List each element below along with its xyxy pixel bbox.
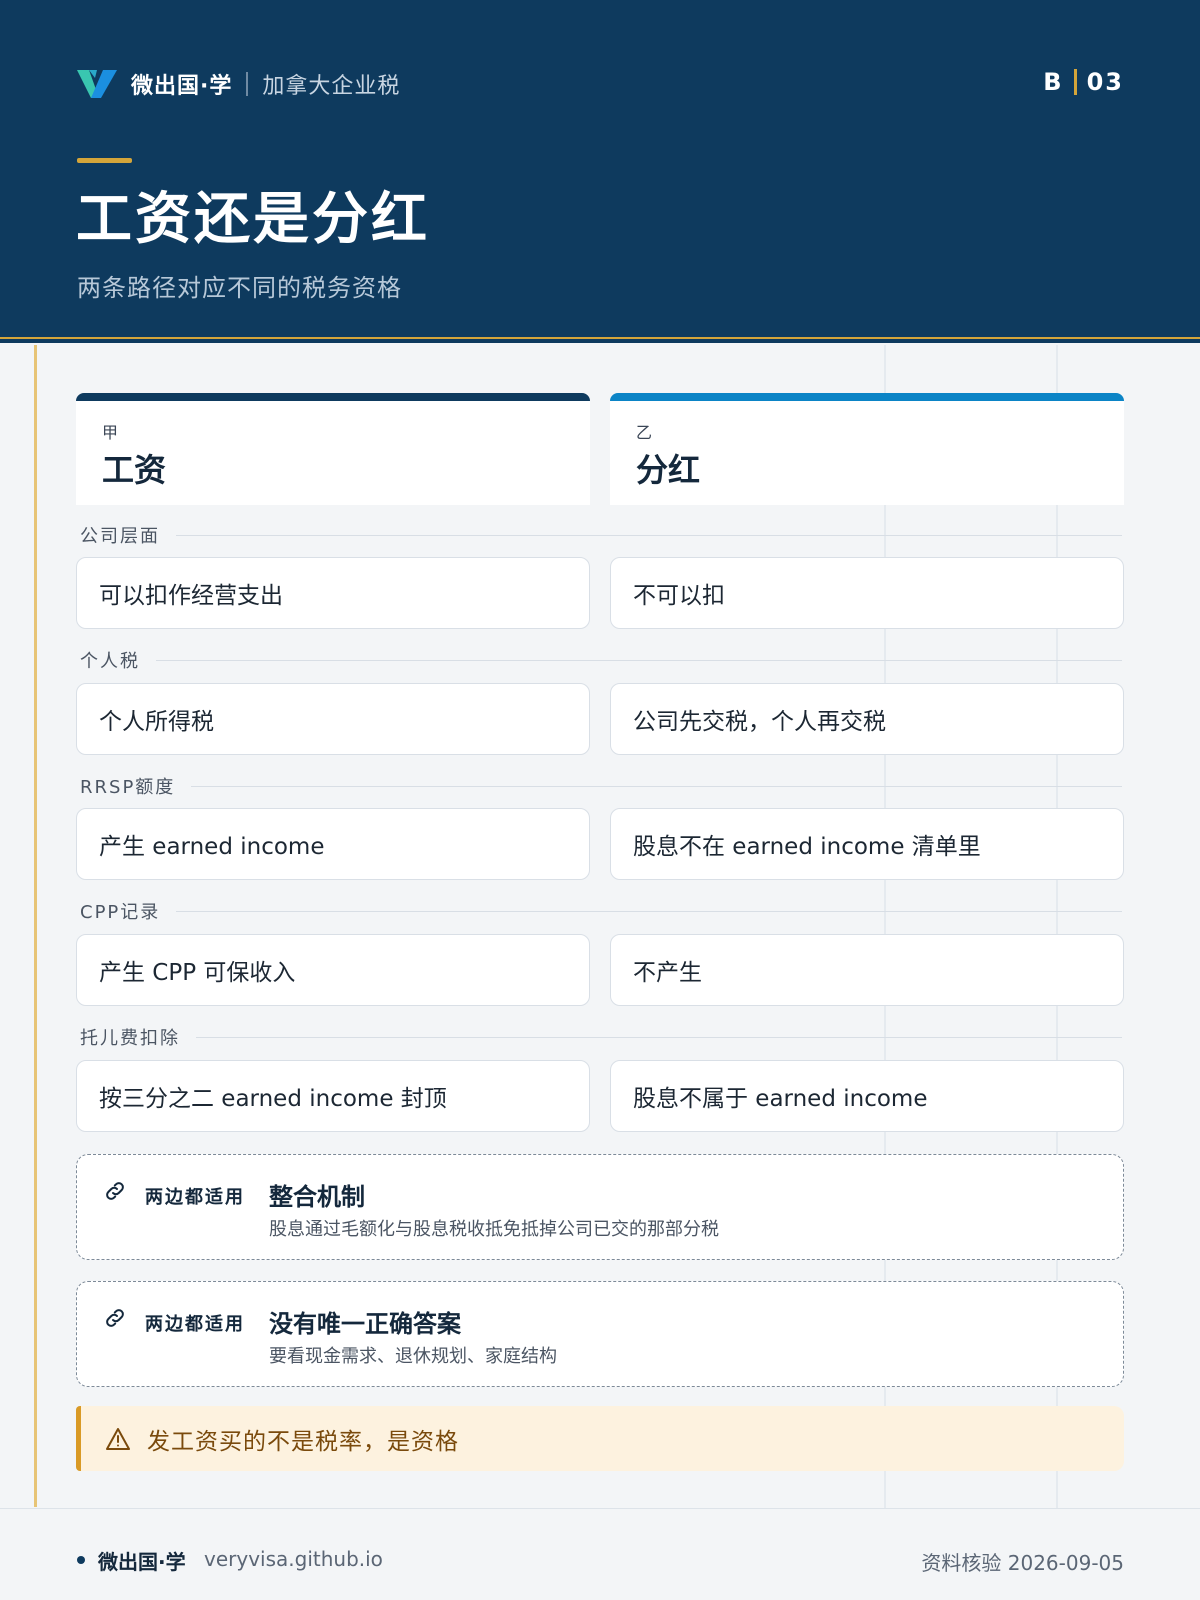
note-description: 要看现金需求、退休规划、家庭结构 bbox=[269, 1346, 557, 1367]
brand-divider bbox=[246, 72, 249, 96]
cell-salary: 个人所得税 bbox=[76, 683, 590, 755]
applies-both-badge: 两边都适用 bbox=[145, 1187, 245, 1208]
column-name: 分红 bbox=[636, 451, 701, 489]
cell-dividend: 公司先交税，个人再交税 bbox=[610, 683, 1124, 755]
row-label: 个人税 bbox=[80, 648, 1122, 672]
footer: 微出国·学 veryvisa.github.io 资料核验 2026-09-05 bbox=[0, 1508, 1200, 1600]
brand-row: 微出国·学 加拿大企业税 bbox=[77, 67, 400, 101]
column-tag: 甲 bbox=[102, 423, 119, 442]
note-title: 没有唯一正确答案 bbox=[269, 1310, 461, 1338]
section-name: 加拿大企业税 bbox=[262, 74, 401, 99]
row-label: CPP记录 bbox=[80, 899, 1122, 923]
row-label-text: 公司层面 bbox=[80, 526, 160, 547]
row-divider bbox=[156, 659, 1122, 661]
row-label-text: 托儿费扣除 bbox=[80, 1028, 180, 1049]
cell-salary: 可以扣作经营支出 bbox=[76, 557, 590, 629]
row-divider bbox=[176, 910, 1122, 912]
row-label: 托儿费扣除 bbox=[80, 1025, 1122, 1049]
logo-icon bbox=[77, 70, 117, 98]
page-code-divider bbox=[1073, 69, 1077, 95]
row-label-text: RRSP额度 bbox=[80, 777, 176, 798]
row-label-text: CPP记录 bbox=[80, 902, 161, 923]
footer-brand: 微出国·学 bbox=[98, 1550, 186, 1574]
footer-bullet bbox=[77, 1556, 85, 1564]
cell-dividend: 股息不在 earned income 清单里 bbox=[610, 808, 1124, 880]
column-tag: 乙 bbox=[636, 423, 653, 442]
cell-dividend: 股息不属于 earned income bbox=[610, 1060, 1124, 1132]
link-icon bbox=[106, 1182, 124, 1200]
cell-salary: 产生 earned income bbox=[76, 808, 590, 880]
cell-dividend: 不产生 bbox=[610, 934, 1124, 1006]
cell-salary: 产生 CPP 可保收入 bbox=[76, 934, 590, 1006]
page-subtitle: 两条路径对应不同的税务资格 bbox=[77, 274, 402, 302]
cell-dividend: 不可以扣 bbox=[610, 557, 1124, 629]
shared-note-no-answer: 两边都适用 没有唯一正确答案 要看现金需求、退休规划、家庭结构 bbox=[76, 1281, 1124, 1387]
page-letter: B bbox=[1043, 68, 1064, 96]
cell-salary: 按三分之二 earned income 封顶 bbox=[76, 1060, 590, 1132]
warning-icon bbox=[106, 1427, 130, 1450]
note-title: 整合机制 bbox=[269, 1183, 365, 1211]
warning-text: 发工资买的不是税率，是资格 bbox=[147, 1428, 459, 1455]
page-code: B 03 bbox=[1043, 68, 1124, 96]
page-number: 03 bbox=[1086, 68, 1124, 96]
applies-both-badge: 两边都适用 bbox=[145, 1314, 245, 1335]
brand-name: 微出国·学 bbox=[131, 74, 233, 99]
shared-note-integration: 两边都适用 整合机制 股息通过毛额化与股息税收抵免抵掉公司已交的那部分税 bbox=[76, 1154, 1124, 1260]
column-header-dividend: 乙 分红 bbox=[610, 393, 1124, 505]
header-banner: 微出国·学 加拿大企业税 B 03 工资还是分红 两条路径对应不同的税务资格 bbox=[0, 0, 1200, 343]
left-accent-rule bbox=[34, 345, 37, 1507]
column-name: 工资 bbox=[102, 451, 167, 489]
page-title: 工资还是分红 bbox=[76, 187, 430, 252]
warning-callout: 发工资买的不是税率，是资格 bbox=[76, 1406, 1124, 1471]
row-label: RRSP额度 bbox=[80, 774, 1122, 798]
footer-url[interactable]: veryvisa.github.io bbox=[204, 1547, 383, 1571]
link-icon bbox=[106, 1309, 124, 1327]
row-label-text: 个人税 bbox=[80, 651, 140, 672]
footer-verified-date: 资料核验 2026-09-05 bbox=[921, 1551, 1124, 1575]
title-accent bbox=[77, 158, 132, 163]
note-description: 股息通过毛额化与股息税收抵免抵掉公司已交的那部分税 bbox=[269, 1219, 719, 1240]
row-divider bbox=[196, 1036, 1122, 1038]
column-header-salary: 甲 工资 bbox=[76, 393, 590, 505]
row-label: 公司层面 bbox=[80, 523, 1122, 547]
row-divider bbox=[191, 785, 1122, 787]
row-divider bbox=[176, 534, 1122, 536]
